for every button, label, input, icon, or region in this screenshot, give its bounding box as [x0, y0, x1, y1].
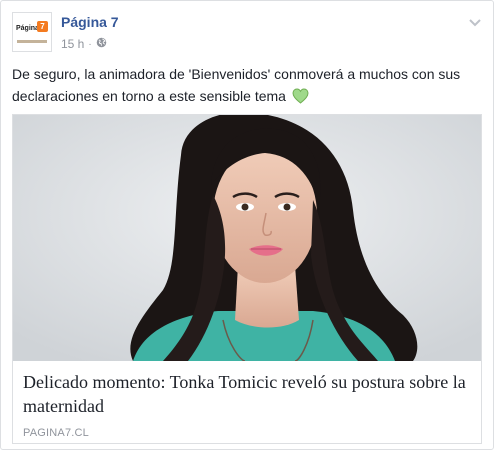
post-header: Página 7 Página 7 15 h ·	[12, 12, 482, 54]
post-meta: 15 h ·	[61, 37, 107, 51]
green-heart-icon	[292, 88, 309, 110]
page-avatar[interactable]: Página 7	[12, 12, 52, 52]
avatar-logo-bar	[17, 40, 47, 43]
post-timestamp[interactable]: 15 h	[61, 37, 84, 51]
portrait-photo	[13, 115, 481, 361]
post-message: De seguro, la animadora de 'Bienvenidos'…	[12, 66, 461, 104]
chevron-down-icon[interactable]	[468, 15, 482, 27]
globe-icon[interactable]	[96, 37, 107, 51]
avatar-logo-text: Página	[16, 25, 39, 32]
avatar-logo-number: 7	[37, 21, 48, 32]
link-domain: PAGINA7.CL	[23, 427, 89, 439]
link-preview-image[interactable]	[13, 115, 481, 361]
post-text: De seguro, la animadora de 'Bienvenidos'…	[12, 63, 480, 110]
page-name-link[interactable]: Página 7	[61, 14, 119, 30]
meta-separator: ·	[88, 38, 92, 50]
link-preview-card[interactable]: Delicado momento: Tonka Tomicic reveló s…	[12, 114, 482, 444]
post-card: Página 7 Página 7 15 h · De seguro, la a…	[0, 0, 494, 450]
link-title[interactable]: Delicado momento: Tonka Tomicic reveló s…	[23, 370, 473, 418]
